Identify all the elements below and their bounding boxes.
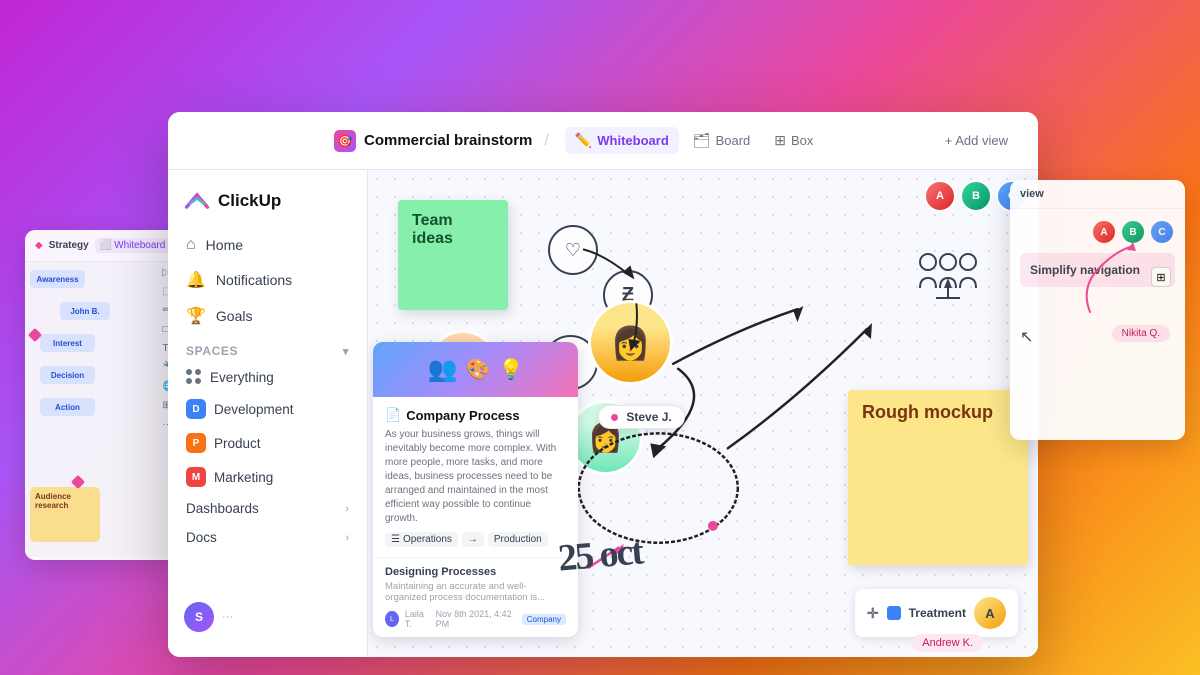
date-label: 25 oct	[556, 529, 644, 580]
product-badge: P	[186, 433, 206, 453]
development-badge: D	[186, 399, 206, 419]
whiteboard-tab-icon: ✏️	[575, 132, 592, 149]
main-body: ClickUp ⌂ Home 🔔 Notifications 🏆 Goals S…	[168, 170, 1038, 657]
marketing-badge: M	[186, 467, 206, 487]
rough-mockup-sticky[interactable]: Rough mockup	[848, 390, 1028, 565]
company-process-card[interactable]: 👥 🎨 💡 📄 Company Process As your business…	[373, 342, 578, 637]
view-label: view	[1020, 188, 1044, 200]
project-icon: 🎯	[334, 130, 356, 152]
space-development[interactable]: D Development	[176, 392, 359, 426]
space-marketing[interactable]: M Marketing	[176, 460, 359, 494]
avatar-1: A	[924, 180, 956, 212]
user-avatar[interactable]: S	[184, 602, 214, 632]
box-tab-icon: ⊞	[774, 132, 786, 149]
section-title: Designing Processes	[385, 566, 566, 578]
flow-box-johnb: John B.	[60, 302, 110, 320]
steve-j-tag: Steve J.	[598, 405, 685, 429]
operations-icon: ☰	[391, 534, 400, 545]
company-badge: Company	[522, 614, 566, 625]
tab-whiteboard[interactable]: ✏️ Whiteboard	[565, 127, 679, 154]
flow-canvas: Awareness John B. Interest Decision Acti…	[25, 262, 180, 557]
treatment-icon	[887, 606, 901, 620]
flow-box-interest: Interest	[40, 334, 95, 352]
strategy-icon: ◆	[35, 240, 43, 251]
nav-notifications[interactable]: 🔔 Notifications	[176, 262, 359, 298]
nav-docs[interactable]: Docs ›	[176, 523, 359, 552]
float-left-header: ◆ Strategy ⬜ Whiteboard	[25, 230, 180, 262]
heart-circle: ♡	[548, 225, 598, 275]
tag-arrow: →	[462, 532, 484, 547]
float-left-window: ◆ Strategy ⬜ Whiteboard Awareness John B…	[25, 230, 180, 560]
nav-dashboards[interactable]: Dashboards ›	[176, 494, 359, 523]
flow-box-action: Action	[40, 398, 95, 416]
spaces-header: Spaces ▾	[176, 334, 359, 362]
tag-production: Production	[488, 532, 548, 547]
nav-goals[interactable]: 🏆 Goals	[176, 298, 359, 334]
andrew-k-tag: Andrew K.	[912, 634, 983, 652]
header-divider: /	[544, 132, 548, 150]
space-everything[interactable]: Everything	[176, 362, 359, 392]
person-photo-woman-top: 👩	[588, 300, 673, 385]
flow-box-decision: Decision	[40, 366, 95, 384]
move-icon: ✛	[867, 605, 879, 622]
docs-chevron: ›	[345, 532, 349, 544]
main-window: 🎯 Commercial brainstorm / ✏️ Whiteboard …	[168, 112, 1038, 657]
main-header: 🎯 Commercial brainstorm / ✏️ Whiteboard …	[168, 112, 1038, 170]
doc-icon: 📄	[385, 407, 401, 423]
doc-card-title: 📄 Company Process	[385, 407, 566, 423]
tab-box[interactable]: ⊞ Box	[764, 127, 823, 154]
header-actions: + Add view	[935, 128, 1018, 153]
tag-operations: ☰ Operations	[385, 532, 458, 547]
add-view-button[interactable]: + Add view	[935, 128, 1018, 153]
float-right-body: A B C Simplify navigation ⊞ ↖ Nikita Q.	[1010, 209, 1185, 357]
flow-box-awareness: Awareness	[30, 270, 85, 288]
team-ideas-sticky[interactable]: Team ideas	[398, 200, 508, 310]
logo: ClickUp	[168, 180, 367, 228]
whiteboard-icon-left: ⬜	[100, 240, 112, 251]
doc-card-body: 📄 Company Process As your business grows…	[373, 397, 578, 557]
doc-card-footer: Designing Processes Maintaining an accur…	[373, 557, 578, 637]
home-icon: ⌂	[186, 236, 196, 254]
nikita-tag: Nikita Q.	[1112, 325, 1170, 342]
sidebar-nav: ⌂ Home 🔔 Notifications 🏆 Goals Spaces ▾	[168, 228, 367, 552]
dashboards-chevron: ›	[345, 503, 349, 515]
strategy-tab[interactable]: Strategy	[49, 240, 89, 251]
whiteboard-tab-left[interactable]: ⬜ Whiteboard	[95, 238, 171, 253]
fr-arrow-svg	[1020, 237, 1160, 317]
sidebar: ClickUp ⌂ Home 🔔 Notifications 🏆 Goals S…	[168, 170, 368, 657]
expand-icon: ···	[222, 611, 233, 623]
whiteboard-canvas[interactable]: A B C Team ideas ♡ Ƶ $ 👨 🤚 👩 👩	[368, 170, 1038, 657]
spaces-chevron[interactable]: ▾	[343, 345, 349, 358]
float-right-window: view A B C Simplify navigation ⊞ ↖ Nikit…	[1010, 180, 1185, 440]
space-product[interactable]: P Product	[176, 426, 359, 460]
float-right-header: view	[1010, 180, 1185, 209]
treatment-card[interactable]: ✛ Treatment A	[855, 589, 1018, 637]
trophy-icon: 🏆	[186, 306, 206, 326]
doc-card-header-image: 👥 🎨 💡	[373, 342, 578, 397]
doc-card-tags: ☰ Operations → Production	[385, 532, 566, 547]
board-tab-icon: 🗂	[693, 132, 711, 149]
audience-research-note: Audience research	[30, 487, 100, 542]
project-title: 🎯 Commercial brainstorm	[334, 130, 532, 152]
clickup-logo-icon	[184, 188, 210, 214]
sidebar-user: S ···	[168, 592, 367, 642]
doc-meta: L Laila T. Nov 8th 2021, 4:42 PM Company	[385, 609, 566, 629]
tab-board[interactable]: 🗂 Board	[683, 127, 760, 154]
section-text: Maintaining an accurate and well-organiz…	[385, 581, 566, 603]
header-tabs: ✏️ Whiteboard 🗂 Board ⊞ Box	[565, 127, 824, 154]
avatar-2: B	[960, 180, 992, 212]
bell-icon: 🔔	[186, 270, 206, 290]
nav-home[interactable]: ⌂ Home	[176, 228, 359, 262]
doc-card-text: As your business grows, things will inev…	[385, 428, 566, 526]
everything-icon	[186, 369, 202, 385]
group-people-icon	[918, 250, 978, 309]
treatment-avatar: A	[974, 597, 1006, 629]
doc-author-avatar: L	[385, 611, 399, 627]
